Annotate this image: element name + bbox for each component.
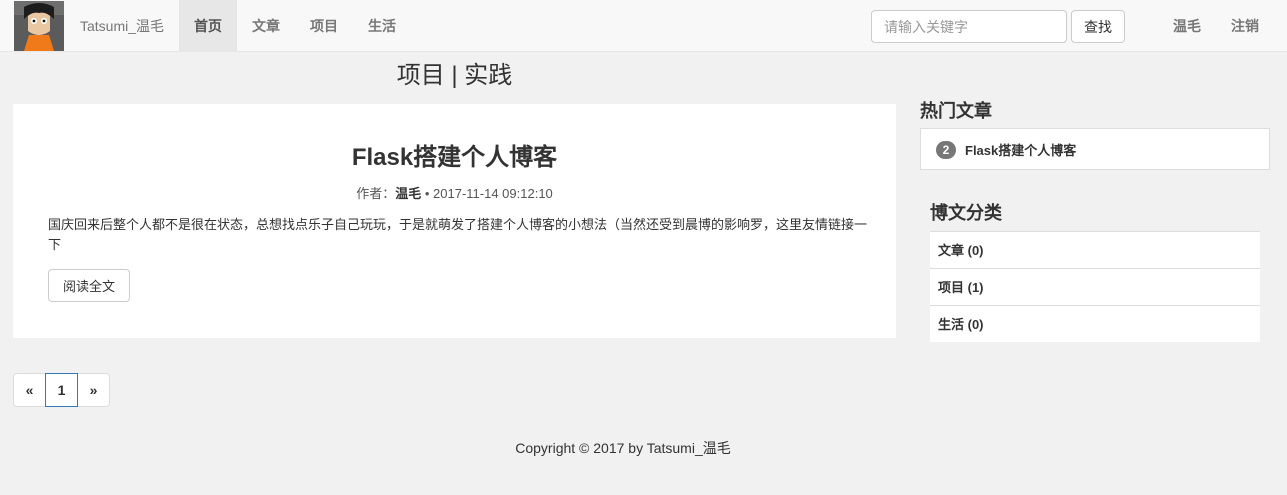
pagination: « 1 » bbox=[13, 373, 110, 407]
hot-articles-list: 2 Flask搭建个人博客 bbox=[920, 128, 1270, 170]
avatar[interactable] bbox=[14, 1, 64, 51]
hot-article-item[interactable]: 2 Flask搭建个人博客 bbox=[936, 140, 1076, 159]
search-input[interactable] bbox=[871, 10, 1067, 43]
nav-articles[interactable]: 文章 bbox=[237, 0, 295, 52]
page-title: 项目 | 实践 bbox=[396, 62, 513, 89]
categories-heading: 博文分类 bbox=[930, 203, 1002, 223]
hot-articles-heading: 热门文章 bbox=[920, 101, 992, 121]
post-title[interactable]: Flask搭建个人博客 bbox=[13, 142, 896, 174]
post-excerpt: 国庆回来后整个人都不是很在状态，总想找点乐子自己玩玩，于是就萌发了搭建个人博客的… bbox=[48, 217, 868, 252]
post-card: Flask搭建个人博客 作者：温毛 • 2017-11-14 09:12:10 … bbox=[13, 104, 896, 338]
avatar-cartoon-icon bbox=[14, 1, 64, 51]
nav-logout[interactable]: 注销 bbox=[1216, 0, 1274, 52]
hot-article-title: Flask搭建个人博客 bbox=[965, 143, 1077, 158]
page-prev-button[interactable]: « bbox=[13, 373, 46, 407]
page-number-button[interactable]: 1 bbox=[45, 373, 78, 407]
nav-projects[interactable]: 项目 bbox=[295, 0, 353, 52]
category-item-articles[interactable]: 文章 (0) bbox=[930, 231, 1260, 268]
category-item-life[interactable]: 生活 (0) bbox=[930, 305, 1260, 342]
post-date: 2017-11-14 09:12:10 bbox=[433, 186, 553, 201]
page-next-button[interactable]: » bbox=[77, 373, 110, 407]
rank-badge: 2 bbox=[936, 140, 956, 159]
post-author: 温毛 bbox=[395, 186, 422, 201]
footer-copyright: Copyright © 2017 by Tatsumi_温毛 bbox=[515, 440, 731, 456]
nav-user[interactable]: 温毛 bbox=[1158, 0, 1216, 52]
category-item-projects[interactable]: 项目 (1) bbox=[930, 268, 1260, 305]
nav-life[interactable]: 生活 bbox=[353, 0, 411, 52]
nav-home[interactable]: 首页 bbox=[179, 0, 237, 52]
read-more-button[interactable]: 阅读全文 bbox=[48, 269, 130, 302]
author-prefix: 作者： bbox=[356, 186, 396, 201]
categories-list: 文章 (0) 项目 (1) 生活 (0) bbox=[930, 231, 1260, 342]
site-brand[interactable]: Tatsumi_温毛 bbox=[80, 0, 164, 52]
search-button[interactable]: 查找 bbox=[1071, 10, 1125, 43]
meta-separator: • bbox=[421, 186, 434, 201]
top-navbar: Tatsumi_温毛 首页 文章 项目 生活 查找 温毛 注销 bbox=[0, 0, 1287, 52]
post-meta: 作者：温毛 • 2017-11-14 09:12:10 bbox=[13, 183, 896, 202]
